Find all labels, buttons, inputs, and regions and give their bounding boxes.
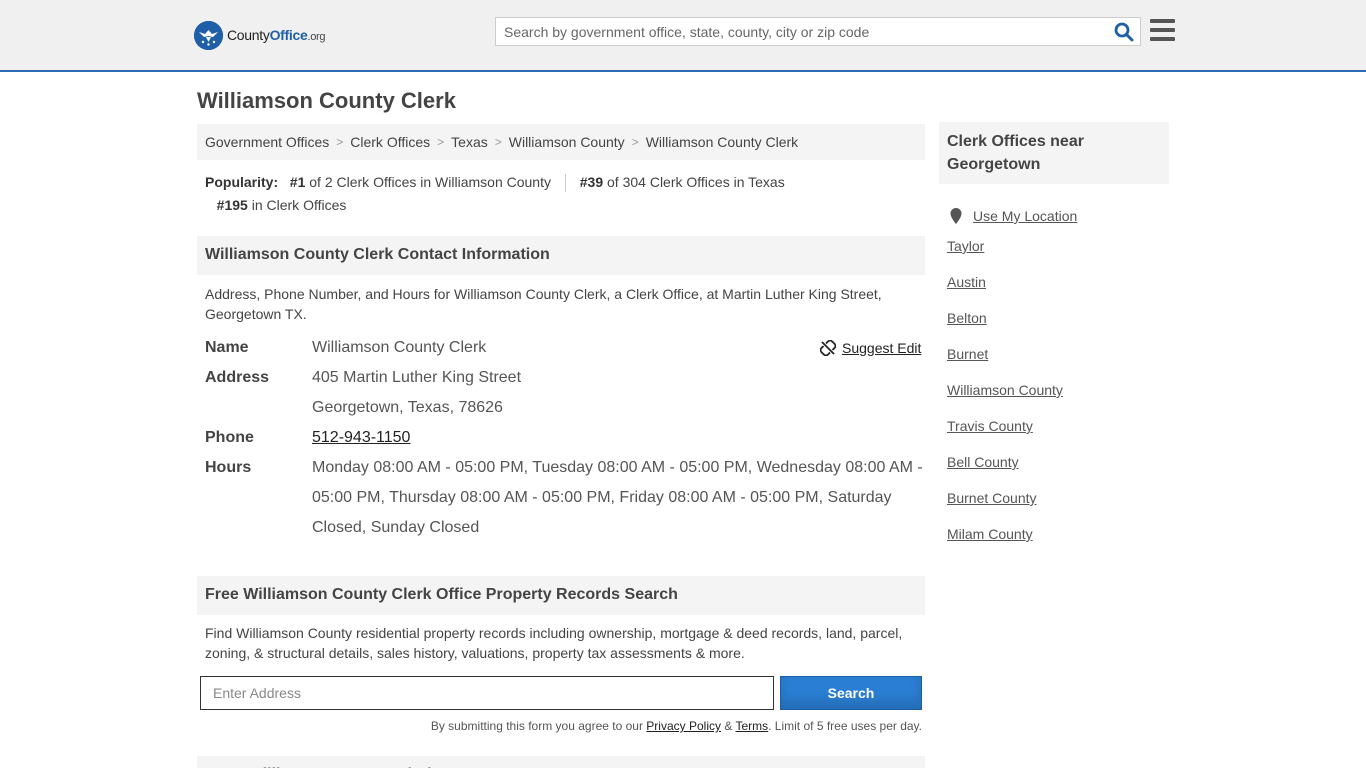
location-pin-icon [950, 208, 962, 224]
hamburger-menu-icon[interactable] [1150, 19, 1175, 41]
logo-text: CountyOffice.org [227, 27, 326, 43]
sidebar-link[interactable]: Milam County [947, 526, 1033, 542]
info-row-hours: Hours Monday 08:00 AM - 05:00 PM, Tuesda… [205, 453, 925, 543]
sidebar-item-bell-county[interactable]: Bell County [947, 450, 1167, 486]
contact-info-table: Name Williamson County Clerk Address 405… [205, 333, 925, 543]
site-header: CountyOffice.org [0, 0, 1366, 72]
sidebar-link[interactable]: Belton [947, 310, 987, 326]
breadcrumb-separator: > [494, 135, 502, 149]
contact-description: Address, Phone Number, and Hours for Wil… [205, 286, 882, 322]
popularity-stats: Popularity: #1 of 2 Clerk Offices in Wil… [205, 171, 905, 217]
name-label: Name [205, 339, 249, 356]
sidebar-link[interactable]: Taylor [947, 238, 984, 254]
sidebar-link[interactable]: Burnet County [947, 490, 1037, 506]
sidebar-link[interactable]: Williamson County [947, 382, 1063, 398]
info-row-address: Address 405 Martin Luther King Street [205, 363, 925, 393]
property-description: Find Williamson County residential prope… [205, 625, 903, 661]
breadcrumb-item-government-offices[interactable]: Government Offices [205, 134, 329, 150]
breadcrumb-item-texas[interactable]: Texas [451, 134, 488, 150]
breadcrumb-item-current: Williamson County Clerk [645, 134, 799, 150]
sidebar-item-austin[interactable]: Austin [947, 270, 1167, 306]
sidebar-item-belton[interactable]: Belton [947, 306, 1167, 342]
contact-section-heading: Williamson County Clerk Contact Informat… [197, 236, 925, 275]
sidebar-list: Use My Location Taylor Austin Belton Bur… [947, 198, 1167, 558]
terms-notice: By submitting this form you agree to our… [205, 719, 922, 733]
info-row-phone: Phone 512-943-1150 [205, 423, 925, 453]
sidebar-heading: Clerk Offices near Georgetown [939, 122, 1169, 184]
sidebar-item-williamson-county[interactable]: Williamson County [947, 378, 1167, 414]
site-search-input[interactable] [496, 18, 1096, 45]
address-line-2: Georgetown, Texas, 78626 [312, 399, 503, 416]
name-value: Williamson County Clerk [312, 339, 487, 356]
site-search [495, 17, 1141, 46]
privacy-policy-link[interactable]: Privacy Policy [646, 719, 721, 733]
sidebar-item-burnet-county[interactable]: Burnet County [947, 486, 1167, 522]
breadcrumb-separator: > [631, 135, 639, 149]
search-icon[interactable] [1114, 22, 1134, 42]
address-line-1: 405 Martin Luther King Street [312, 369, 522, 386]
use-my-location[interactable]: Use My Location [947, 198, 1167, 234]
popularity-rank-state-text: of 304 Clerk Offices in Texas [607, 174, 785, 190]
sidebar-link[interactable]: Austin [947, 274, 986, 290]
eagle-logo-icon [194, 20, 223, 50]
sidebar-item-milam-county[interactable]: Milam County [947, 522, 1167, 558]
hours-value: Monday 08:00 AM - 05:00 PM, Tuesday 08:0… [312, 459, 923, 536]
property-section-heading: Free Williamson County Clerk Office Prop… [197, 576, 925, 615]
sidebar-link[interactable]: Bell County [947, 454, 1019, 470]
hours-label: Hours [205, 459, 252, 476]
breadcrumb: Government Offices > Clerk Offices > Tex… [197, 124, 925, 160]
sidebar-item-taylor[interactable]: Taylor [947, 234, 1167, 270]
sidebar-link[interactable]: Burnet [947, 346, 988, 362]
terms-suffix: . Limit of 5 free uses per day. [768, 719, 922, 733]
phone-link[interactable]: 512-943-1150 [312, 429, 410, 446]
use-my-location-link[interactable]: Use My Location [973, 204, 1077, 228]
terms-link[interactable]: Terms [735, 719, 768, 733]
property-search-button[interactable]: Search [780, 676, 922, 710]
terms-prefix: By submitting this form you agree to our [430, 719, 643, 733]
sidebar-item-travis-county[interactable]: Travis County [947, 414, 1167, 450]
terms-amp: & [724, 719, 733, 733]
address-input[interactable] [200, 676, 774, 710]
breadcrumb-item-williamson-county[interactable]: Williamson County [509, 134, 625, 150]
breadcrumb-separator: > [336, 135, 344, 149]
logo[interactable]: CountyOffice.org [194, 20, 326, 50]
popularity-rank-county: #1 [289, 174, 306, 190]
popularity-rank-state: #39 [579, 174, 604, 190]
popularity-rank-overall: #195 [216, 197, 248, 213]
sidebar-item-burnet[interactable]: Burnet [947, 342, 1167, 378]
popularity-rank-county-text: of 2 Clerk Offices in Williamson County [309, 174, 551, 190]
info-row-name: Name Williamson County Clerk [205, 333, 925, 363]
breadcrumb-item-clerk-offices[interactable]: Clerk Offices [350, 134, 430, 150]
page-title: Williamson County Clerk [197, 88, 456, 113]
sidebar-link[interactable]: Travis County [947, 418, 1033, 434]
address-label: Address [205, 369, 270, 386]
breadcrumb-separator: > [437, 135, 445, 149]
info-row-address-2: Georgetown, Texas, 78626 [205, 393, 925, 423]
phone-label: Phone [205, 429, 254, 446]
popularity-rank-overall-text: in Clerk Offices [251, 197, 347, 213]
popularity-label: Popularity: [205, 174, 279, 190]
more-section-heading: More Williamson County Clerk [197, 756, 925, 768]
